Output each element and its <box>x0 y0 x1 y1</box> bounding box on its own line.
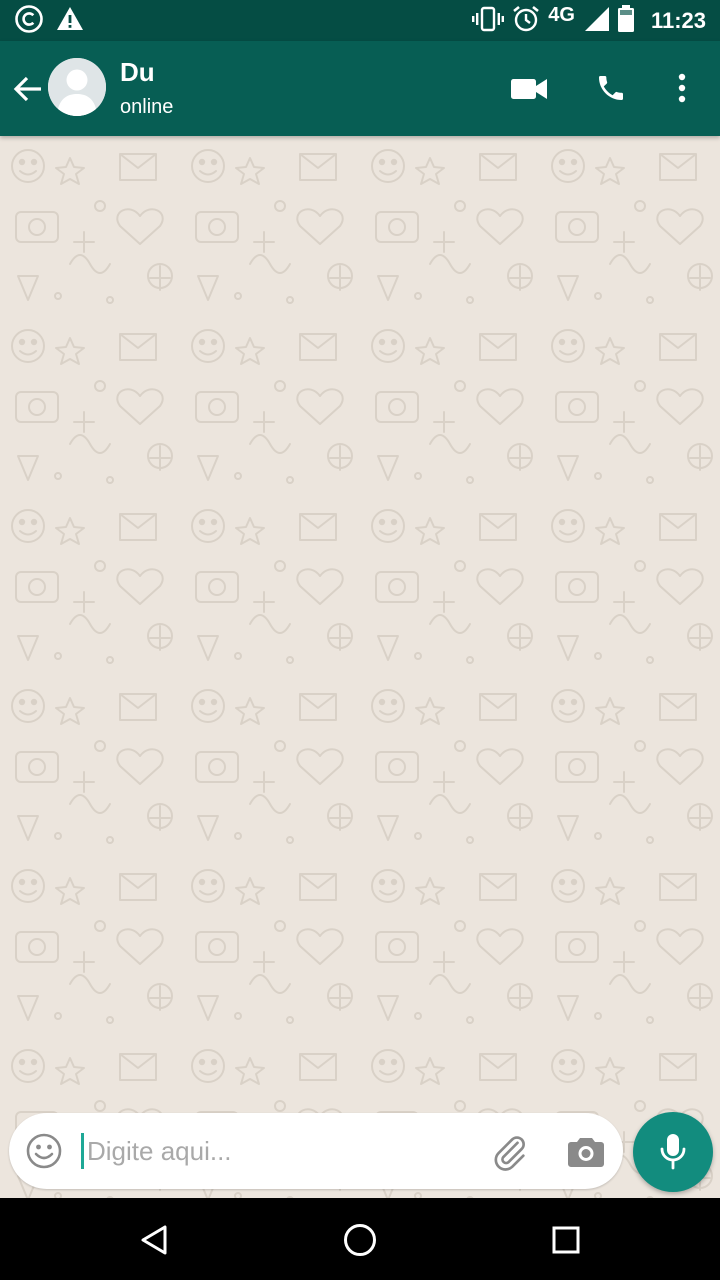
attach-button[interactable] <box>489 1131 531 1173</box>
warning-icon <box>56 6 84 37</box>
more-vert-icon <box>678 73 686 103</box>
avatar[interactable] <box>48 58 106 116</box>
clock-time: 11:23 <box>650 8 706 33</box>
emoji-icon <box>26 1133 62 1169</box>
camera-button[interactable] <box>565 1131 607 1173</box>
nav-home-button[interactable] <box>336 1216 384 1264</box>
battery-icon <box>617 4 635 38</box>
network-type: 4G <box>548 3 575 26</box>
chat-header: Du online <box>0 41 720 136</box>
alarm-icon <box>512 5 540 38</box>
back-button[interactable] <box>8 69 48 109</box>
voice-call-icon <box>599 76 623 100</box>
message-input[interactable] <box>81 1127 477 1175</box>
voice-call-button[interactable] <box>590 67 632 109</box>
attach-icon <box>494 1136 525 1171</box>
message-composer <box>9 1113 623 1189</box>
status-left-icons <box>14 4 84 39</box>
arrow-back-icon <box>13 76 41 102</box>
contact-status: online <box>120 96 174 118</box>
doodle-wallpaper <box>0 136 720 1198</box>
nav-recents-button[interactable] <box>542 1216 590 1264</box>
nav-back-button[interactable] <box>130 1216 178 1264</box>
home-circle-icon <box>344 1224 376 1256</box>
contact-name[interactable]: Du <box>120 57 155 88</box>
emoji-button[interactable] <box>25 1132 63 1170</box>
vibrate-icon <box>472 6 505 37</box>
default-avatar-icon <box>48 58 106 116</box>
more-options-button[interactable] <box>666 67 698 109</box>
status-right-icons: 4G 11:23 <box>472 3 706 38</box>
signal-icon <box>583 6 609 37</box>
back-triangle-icon <box>141 1225 167 1255</box>
voice-message-button[interactable] <box>633 1112 713 1192</box>
camera-icon <box>568 1138 604 1167</box>
video-call-icon <box>511 79 547 99</box>
mic-icon <box>660 1134 686 1170</box>
copyright-icon <box>14 4 44 39</box>
status-bar: 4G 11:23 <box>0 0 720 41</box>
video-call-button[interactable] <box>506 69 552 109</box>
system-nav-bar <box>0 1198 720 1280</box>
recents-square-icon <box>552 1226 580 1254</box>
chat-area[interactable] <box>0 136 720 1198</box>
